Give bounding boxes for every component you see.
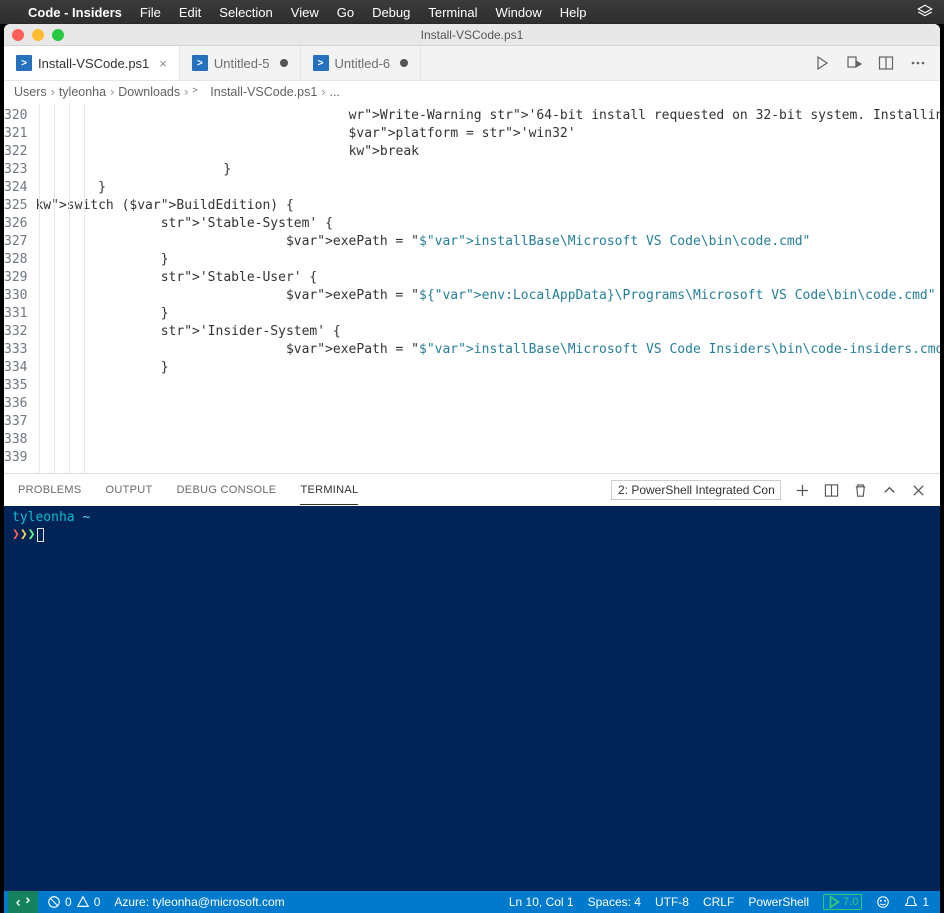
powershell-file-icon: > — [192, 55, 208, 71]
more-actions-icon[interactable] — [910, 55, 926, 71]
menu-go[interactable]: Go — [337, 5, 354, 20]
panel-tab-terminal[interactable]: TERMINAL — [300, 476, 358, 505]
azure-account-status[interactable]: Azure: tyleonha@microsoft.com — [107, 891, 291, 913]
menu-terminal[interactable]: Terminal — [428, 5, 477, 20]
panel-tabbar: PROBLEMS OUTPUT DEBUG CONSOLE TERMINAL — [4, 474, 940, 506]
remote-indicator[interactable] — [8, 891, 38, 913]
terminal-prompt-icon: ❯❯❯ — [12, 527, 35, 542]
breadcrumb-trail[interactable]: ... — [329, 85, 339, 99]
language-mode-status[interactable]: PowerShell — [741, 895, 816, 909]
problems-status[interactable]: 0 0 — [40, 891, 107, 913]
macos-menubar: Code - Insiders File Edit Selection View… — [0, 0, 944, 24]
code-editor[interactable]: 3203213223233243253263273283293303313323… — [4, 103, 940, 473]
notifications-status[interactable]: 1 — [897, 895, 936, 909]
panel-tab-problems[interactable]: PROBLEMS — [18, 476, 82, 504]
panel-tab-debug-console[interactable]: DEBUG CONSOLE — [177, 476, 277, 504]
powershell-file-icon: > — [192, 85, 206, 99]
tab-label: Untitled-6 — [335, 56, 391, 71]
terminal-cursor — [37, 528, 44, 542]
indentation-status[interactable]: Spaces: 4 — [581, 895, 648, 909]
menu-file[interactable]: File — [140, 5, 161, 20]
menu-view[interactable]: View — [291, 5, 319, 20]
kill-terminal-icon[interactable] — [853, 483, 868, 498]
run-selection-icon[interactable] — [846, 55, 862, 71]
menu-debug[interactable]: Debug — [372, 5, 410, 20]
tab-label: Install-VSCode.ps1 — [38, 56, 149, 71]
tab-install-vscode[interactable]: > Install-VSCode.ps1 × — [4, 46, 180, 80]
close-panel-icon[interactable] — [911, 483, 926, 498]
terminal-user: tyleonha — [12, 510, 75, 525]
tab-label: Untitled-5 — [214, 56, 270, 71]
cursor-position-status[interactable]: Ln 10, Col 1 — [502, 895, 581, 909]
menubar-status-icon[interactable] — [916, 3, 934, 21]
traffic-lights — [12, 29, 64, 41]
window-title: Install-VSCode.ps1 — [421, 28, 524, 42]
dirty-indicator-icon — [280, 59, 288, 67]
breadcrumb[interactable]: Users› tyleonha› Downloads› > Install-VS… — [4, 81, 940, 103]
tab-untitled-6[interactable]: > Untitled-6 — [301, 46, 422, 80]
new-terminal-icon[interactable] — [795, 483, 810, 498]
menu-help[interactable]: Help — [560, 5, 587, 20]
window-titlebar[interactable]: Install-VSCode.ps1 — [4, 24, 940, 46]
editor-window: Install-VSCode.ps1 > Install-VSCode.ps1 … — [4, 24, 940, 913]
dirty-indicator-icon — [400, 59, 408, 67]
breadcrumb-file[interactable]: Install-VSCode.ps1 — [210, 85, 317, 99]
bottom-panel: PROBLEMS OUTPUT DEBUG CONSOLE TERMINAL t… — [4, 473, 940, 891]
integrated-terminal[interactable]: tyleonha ~ ❯❯❯ — [4, 506, 940, 891]
powershell-file-icon: > — [16, 55, 32, 71]
breadcrumb-segment[interactable]: Users — [14, 85, 47, 99]
menu-edit[interactable]: Edit — [179, 5, 201, 20]
tab-untitled-5[interactable]: > Untitled-5 — [180, 46, 301, 80]
line-number-gutter: 3203213223233243253263273283293303313323… — [4, 103, 35, 473]
code-content[interactable]: wr">Write-Warning str">'64-bit install r… — [35, 103, 940, 473]
eol-status[interactable]: CRLF — [696, 895, 741, 909]
feedback-status[interactable] — [869, 895, 897, 909]
menu-selection[interactable]: Selection — [219, 5, 272, 20]
menu-window[interactable]: Window — [496, 5, 542, 20]
app-menu[interactable]: Code - Insiders — [28, 5, 122, 20]
breadcrumb-segment[interactable]: tyleonha — [59, 85, 106, 99]
split-terminal-icon[interactable] — [824, 483, 839, 498]
split-editor-icon[interactable] — [878, 55, 894, 71]
editor-scrollbar[interactable] — [926, 103, 940, 473]
powershell-file-icon: > — [313, 55, 329, 71]
panel-tab-output[interactable]: OUTPUT — [106, 476, 153, 504]
editor-tabbar: > Install-VSCode.ps1 × > Untitled-5 > Un… — [4, 46, 940, 81]
run-icon[interactable] — [814, 55, 830, 71]
terminal-cwd: ~ — [82, 510, 90, 525]
terminal-selector-dropdown[interactable] — [611, 480, 781, 500]
powershell-version-status[interactable]: 7.0 — [816, 894, 869, 910]
status-bar: 0 0 Azure: tyleonha@microsoft.com Ln 10,… — [4, 891, 940, 913]
maximize-panel-icon[interactable] — [882, 483, 897, 498]
tab-close-icon[interactable]: × — [159, 56, 167, 71]
window-zoom-button[interactable] — [52, 29, 64, 41]
breadcrumb-segment[interactable]: Downloads — [118, 85, 180, 99]
window-minimize-button[interactable] — [32, 29, 44, 41]
encoding-status[interactable]: UTF-8 — [648, 895, 696, 909]
window-close-button[interactable] — [12, 29, 24, 41]
